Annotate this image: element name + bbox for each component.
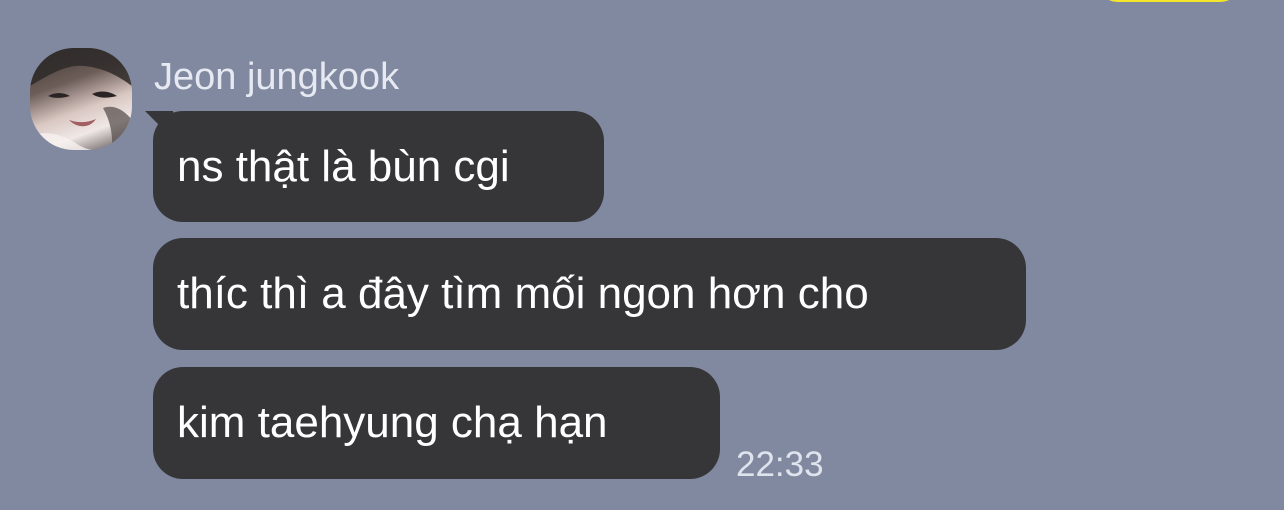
- message-text: thíc thì a đây tìm mối ngon hơn cho: [177, 269, 869, 318]
- outgoing-message-bubble[interactable]: [1096, 0, 1242, 2]
- sender-name: Jeon jungkook: [154, 56, 400, 98]
- avatar-photo: [30, 48, 132, 150]
- message-text: ns thật là bùn cgi: [177, 141, 510, 191]
- chat-area[interactable]: Jeon jungkook ns thật là bùn cgi thíc th…: [0, 0, 1284, 510]
- message-bubble[interactable]: kim taehyung chạ hạn: [153, 367, 720, 479]
- message-bubble[interactable]: ns thật là bùn cgi: [153, 111, 604, 222]
- avatar[interactable]: [30, 48, 132, 150]
- message-timestamp: 22:33: [736, 445, 824, 484]
- message-text: kim taehyung chạ hạn: [177, 398, 608, 447]
- message-bubble[interactable]: thíc thì a đây tìm mối ngon hơn cho: [153, 238, 1026, 350]
